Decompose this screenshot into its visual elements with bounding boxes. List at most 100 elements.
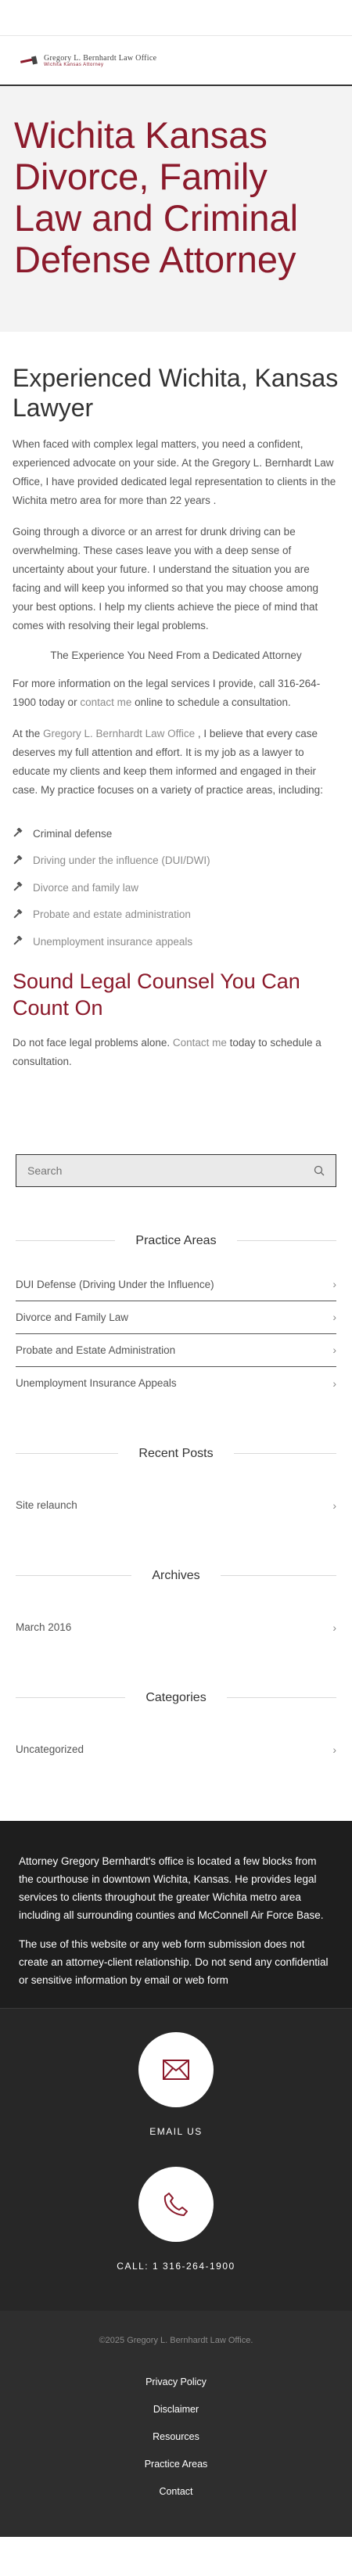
practice-item-label[interactable]: Unemployment insurance appeals bbox=[33, 936, 192, 948]
gavel-icon bbox=[13, 828, 23, 837]
category-link[interactable]: Uncategorized › bbox=[16, 1733, 336, 1766]
page-title: Wichita Kansas Divorce, Family Law and C… bbox=[14, 114, 299, 280]
recent-posts-widget-title: Recent Posts bbox=[16, 1447, 336, 1461]
chevron-right-icon: › bbox=[332, 1376, 336, 1390]
contact-me-link[interactable]: contact me bbox=[80, 696, 131, 708]
envelope-icon bbox=[163, 2059, 189, 2080]
contact-link[interactable]: Contact me bbox=[173, 1037, 227, 1049]
office-description: Attorney Gregory Bernhardt's office is l… bbox=[19, 1855, 324, 1921]
categories-list: Uncategorized › bbox=[16, 1733, 336, 1766]
divider bbox=[16, 1697, 126, 1698]
practice-area-link[interactable]: Unemployment Insurance Appeals › bbox=[16, 1367, 336, 1400]
list-item: Criminal defense bbox=[13, 820, 339, 847]
archives-list: March 2016 › bbox=[16, 1611, 336, 1644]
law-office-link[interactable]: Gregory L. Bernhardt Law Office bbox=[43, 728, 195, 739]
main-content: Experienced Wichita, Kansas Lawyer When … bbox=[0, 363, 352, 1071]
chevron-right-icon: › bbox=[332, 1621, 336, 1634]
copyright: ©2025 Gregory L. Bernhardt Law Office. bbox=[99, 2335, 253, 2345]
practice-area-link[interactable]: DUI Defense (Driving Under the Influence… bbox=[16, 1268, 336, 1301]
practice-item-label: Criminal defense bbox=[33, 827, 113, 840]
divider bbox=[16, 1240, 116, 1241]
practice-areas-widget-title: Practice Areas bbox=[16, 1234, 336, 1248]
list-item[interactable]: Probate and estate administration bbox=[13, 901, 339, 929]
footer-link-contact[interactable]: Contact bbox=[0, 2478, 352, 2506]
link-label: DUI Defense (Driving Under the Influence… bbox=[16, 1278, 214, 1290]
footer-about: Attorney Gregory Bernhardt's office is l… bbox=[0, 1820, 352, 2008]
footer-link-disclaimer[interactable]: Disclaimer bbox=[0, 2396, 352, 2423]
search-input[interactable] bbox=[27, 1164, 262, 1177]
gavel-icon bbox=[13, 854, 23, 865]
logo-tagline: Wichita Kansas Attorney bbox=[44, 62, 104, 67]
link-label: March 2016 bbox=[16, 1621, 72, 1633]
gavel-icon bbox=[20, 56, 38, 65]
divider bbox=[220, 1575, 337, 1576]
search-box bbox=[16, 1153, 336, 1187]
gavel-icon bbox=[13, 936, 23, 945]
main-heading: Experienced Wichita, Kansas Lawyer bbox=[13, 364, 339, 422]
link-label: Divorce and Family Law bbox=[16, 1311, 129, 1323]
practice-paragraph: At the Gregory L. Bernhardt Law Office ,… bbox=[13, 725, 339, 800]
divider bbox=[233, 1453, 336, 1454]
practice-list: Criminal defense Driving under the influ… bbox=[13, 820, 339, 955]
footer-bottom: ©2025 Gregory L. Bernhardt Law Office. P… bbox=[0, 2310, 352, 2537]
sidebar: Practice Areas DUI Defense (Driving Unde… bbox=[0, 1153, 352, 1766]
hero-banner: Wichita Kansas Divorce, Family Law and C… bbox=[0, 86, 352, 332]
chevron-right-icon: › bbox=[332, 1311, 336, 1323]
search-icon[interactable] bbox=[314, 1165, 325, 1176]
link-label: Site relaunch bbox=[16, 1499, 77, 1511]
site-logo[interactable]: Gregory L. Bernhardt Law Office Wichita … bbox=[19, 54, 156, 67]
call-label[interactable]: CALL: 1 316-264-1900 bbox=[0, 2261, 352, 2272]
chevron-right-icon: › bbox=[332, 1278, 336, 1290]
site-header: Gregory L. Bernhardt Law Office Wichita … bbox=[0, 36, 352, 86]
divider bbox=[236, 1240, 336, 1241]
tagline: The Experience You Need From a Dedicated… bbox=[50, 649, 302, 661]
divider bbox=[16, 1453, 119, 1454]
practice-area-link[interactable]: Divorce and Family Law › bbox=[16, 1301, 336, 1334]
divider bbox=[16, 1575, 132, 1576]
widget-heading: Categories bbox=[145, 1690, 207, 1704]
gavel-icon bbox=[13, 882, 23, 891]
cta-text-pre: Do not face legal problems alone. bbox=[13, 1036, 173, 1049]
widget-heading: Practice Areas bbox=[135, 1233, 217, 1247]
logo-name: Gregory L. Bernhardt Law Office bbox=[44, 53, 157, 63]
disclaimer-text: The use of this website or any web form … bbox=[19, 1937, 329, 1986]
practice-areas-list: DUI Defense (Driving Under the Influence… bbox=[16, 1268, 336, 1400]
cta-paragraph: Do not face legal problems alone. Contac… bbox=[13, 1034, 339, 1071]
recent-posts-list: Site relaunch › bbox=[16, 1489, 336, 1522]
contact-paragraph: For more information on the legal servic… bbox=[13, 675, 339, 712]
footer-link-resources[interactable]: Resources bbox=[0, 2423, 352, 2451]
top-bar bbox=[0, 0, 352, 36]
practice-text-pre: At the bbox=[13, 728, 44, 739]
chevron-right-icon: › bbox=[332, 1743, 336, 1756]
link-label: Uncategorized bbox=[16, 1743, 84, 1755]
practice-item-label[interactable]: Probate and estate administration bbox=[33, 908, 191, 920]
email-button[interactable] bbox=[138, 2031, 214, 2107]
footer-link-privacy[interactable]: Privacy Policy bbox=[0, 2369, 352, 2396]
chevron-right-icon: › bbox=[332, 1498, 336, 1512]
practice-item-label[interactable]: Divorce and family law bbox=[33, 882, 138, 894]
widget-heading: Archives bbox=[152, 1568, 200, 1582]
list-item[interactable]: Driving under the influence (DUI/DWI) bbox=[13, 847, 339, 875]
footer-link-practice-areas[interactable]: Practice Areas bbox=[0, 2451, 352, 2478]
chevron-right-icon: › bbox=[332, 1344, 336, 1356]
practice-area-link[interactable]: Probate and Estate Administration › bbox=[16, 1334, 336, 1367]
email-label[interactable]: EMAIL US bbox=[0, 2126, 352, 2137]
call-button[interactable] bbox=[138, 2166, 214, 2242]
archive-link[interactable]: March 2016 › bbox=[16, 1611, 336, 1644]
list-item[interactable]: Unemployment insurance appeals bbox=[13, 928, 339, 955]
divider bbox=[226, 1697, 336, 1698]
widget-heading: Recent Posts bbox=[138, 1446, 214, 1460]
situation-paragraph: Going through a divorce or an arrest for… bbox=[13, 526, 318, 631]
gavel-icon bbox=[13, 908, 23, 919]
intro-paragraph: When faced with complex legal matters, y… bbox=[13, 438, 336, 506]
counsel-heading: Sound Legal Counsel You Can Count On bbox=[13, 969, 300, 1020]
practice-item-label[interactable]: Driving under the influence (DUI/DWI) bbox=[33, 854, 210, 866]
archives-widget-title: Archives bbox=[16, 1568, 337, 1583]
site-footer: Attorney Gregory Bernhardt's office is l… bbox=[0, 1820, 352, 2537]
categories-widget-title: Categories bbox=[16, 1691, 336, 1705]
link-label: Unemployment Insurance Appeals bbox=[16, 1377, 177, 1389]
recent-post-link[interactable]: Site relaunch › bbox=[16, 1489, 336, 1522]
phone-icon bbox=[163, 2192, 188, 2216]
link-label: Probate and Estate Administration bbox=[16, 1344, 176, 1356]
list-item[interactable]: Divorce and family law bbox=[13, 874, 339, 901]
